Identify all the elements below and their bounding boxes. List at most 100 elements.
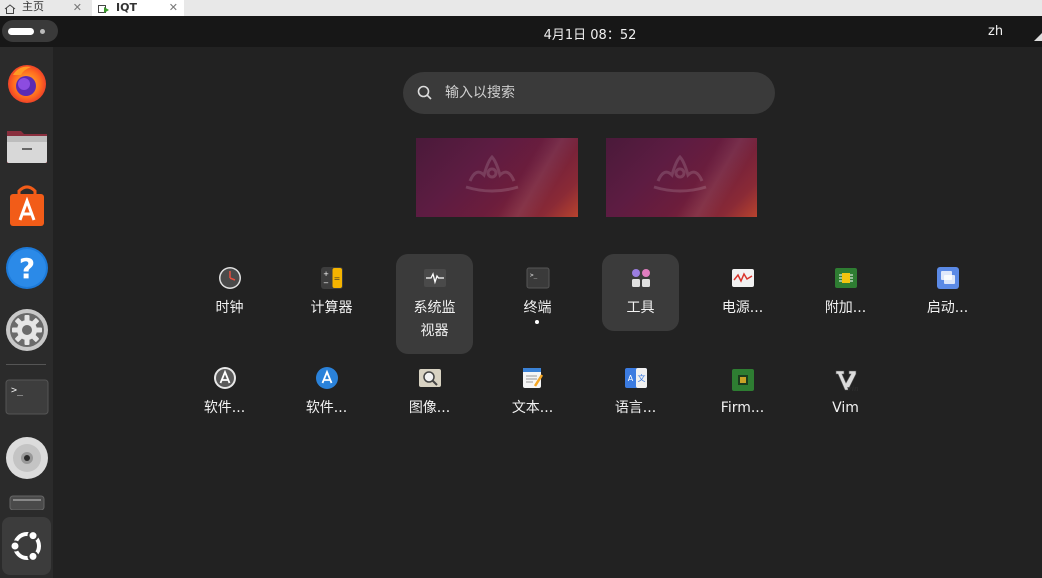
app-label: Vim — [832, 400, 859, 416]
svg-text:?: ? — [18, 252, 34, 285]
svg-text:−: − — [323, 279, 329, 287]
workspace-thumbnail-1[interactable] — [416, 138, 578, 217]
help-icon: ? — [5, 247, 48, 289]
wallpaper-crown-logo — [653, 154, 707, 193]
drive-icon — [9, 495, 44, 510]
dock-item-firefox[interactable] — [0, 55, 53, 111]
folder-icon — [6, 131, 47, 163]
svg-text:文: 文 — [638, 373, 646, 383]
search-icon — [417, 85, 432, 100]
app-startup-disk[interactable]: 启动... — [909, 254, 986, 354]
host-tab-strip: 主页 ✕ IQT ✕ — [0, 0, 1042, 16]
host-tab-home[interactable]: 主页 ✕ — [0, 0, 88, 16]
vm-icon — [98, 4, 110, 14]
firefox-icon — [7, 65, 46, 103]
dock-item-terminal[interactable]: >_ — [0, 368, 53, 424]
app-label: 时钟 — [215, 300, 244, 316]
additional-drivers-icon — [835, 268, 857, 288]
app-label-line1: 系统监 — [413, 300, 456, 316]
vim-icon: vim — [835, 370, 858, 392]
host-tab-vm-label: IQT — [116, 1, 137, 14]
home-icon — [4, 4, 16, 14]
app-label: 图像... — [408, 400, 451, 416]
dock-item-help[interactable]: ? — [0, 240, 53, 296]
app-label: 计算器 — [310, 300, 353, 316]
dock-separator — [6, 364, 46, 365]
close-icon[interactable]: ✕ — [73, 1, 82, 14]
host-tab-vm[interactable]: IQT ✕ — [92, 0, 184, 16]
app-power-statistics[interactable]: 电源... — [704, 254, 781, 354]
workspace-thumbnail-2[interactable] — [606, 138, 757, 217]
desktop: 主页 ✕ IQT ✕ 4月1日 08：52 zh ? >_ 输入以搜索 时钟 +… — [0, 0, 1042, 578]
app-image-viewer[interactable]: 图像... — [391, 354, 468, 454]
dock-item-app-center[interactable] — [0, 178, 53, 234]
language-support-icon: A 文 — [625, 368, 647, 388]
svg-text:+: + — [323, 270, 329, 278]
text-editor-icon — [523, 368, 544, 388]
app-vim[interactable]: vim Vim — [807, 354, 884, 454]
app-firmware-updater[interactable]: Firm... — [704, 354, 781, 454]
app-folder-utilities[interactable]: 工具 — [602, 254, 679, 331]
svg-text:>_: >_ — [11, 385, 24, 396]
search-input[interactable] — [445, 80, 745, 106]
running-indicator — [535, 320, 539, 324]
startup-disk-icon — [937, 267, 959, 289]
firmware-icon — [732, 369, 754, 391]
dock-item-settings[interactable] — [0, 302, 53, 358]
app-label: 软件... — [203, 400, 246, 416]
app-additional-drivers[interactable]: 附加... — [807, 254, 884, 354]
app-label: 终端 — [523, 300, 552, 316]
show-apps-button[interactable] — [2, 517, 51, 575]
search-bar[interactable] — [403, 72, 775, 114]
svg-text:vim: vim — [847, 385, 858, 392]
terminal-icon: >_ — [5, 379, 48, 415]
app-system-monitor[interactable]: 系统监 视器 — [396, 254, 473, 354]
terminal-icon: >_ — [526, 267, 550, 289]
app-language-support[interactable]: A 文 语言... — [597, 354, 674, 454]
svg-text:=: = — [334, 274, 341, 283]
gear-icon — [5, 309, 48, 351]
power-statistics-icon — [732, 269, 754, 287]
software-updater-icon — [214, 367, 236, 389]
svg-text:A: A — [628, 374, 634, 383]
app-label-line2: 视器 — [420, 323, 449, 339]
utilities-folder-icon — [632, 269, 650, 287]
top-bar: 4月1日 08：52 zh — [0, 16, 1042, 47]
dock: ? >_ — [0, 47, 53, 578]
system-monitor-icon — [424, 269, 446, 287]
dock-item-files[interactable] — [0, 117, 53, 173]
calculator-icon: + − = — [321, 267, 343, 289]
app-label: 工具 — [626, 300, 655, 316]
wallpaper-crown-logo — [465, 154, 519, 193]
app-clock[interactable]: 时钟 — [191, 254, 268, 354]
app-label: 启动... — [926, 300, 969, 316]
close-icon[interactable]: ✕ — [169, 1, 178, 14]
app-label: Firm... — [720, 400, 765, 416]
network-icon[interactable] — [1034, 26, 1042, 41]
clock[interactable]: 4月1日 08：52 — [490, 24, 690, 43]
app-label: 语言... — [614, 400, 657, 416]
app-label: 附加... — [824, 300, 867, 316]
svg-text:>_: >_ — [530, 272, 538, 279]
workspace-indicator — [40, 29, 45, 34]
clock-icon — [219, 267, 241, 289]
app-label: 文本... — [511, 400, 554, 416]
dock-item-drive[interactable] — [0, 485, 53, 515]
ubuntu-icon — [9, 530, 41, 562]
workspace-indicator-active — [8, 28, 34, 35]
image-viewer-icon — [419, 369, 441, 387]
app-software-updater[interactable]: 软件... — [186, 354, 263, 454]
app-label: 软件... — [305, 400, 348, 416]
app-text-editor[interactable]: 文本... — [494, 354, 571, 454]
app-label: 电源... — [721, 300, 764, 316]
app-store-icon — [316, 367, 338, 389]
dock-item-disc[interactable] — [0, 430, 53, 486]
store-icon — [9, 185, 44, 226]
app-software-center[interactable]: 软件... — [288, 354, 365, 454]
activities-button[interactable] — [2, 20, 58, 42]
app-calculator[interactable]: + − = 计算器 — [293, 254, 370, 354]
app-terminal[interactable]: >_ 终端 — [499, 254, 576, 354]
host-tab-home-label: 主页 — [22, 0, 44, 13]
input-method-indicator[interactable]: zh — [988, 24, 1003, 39]
disc-icon — [5, 437, 48, 479]
